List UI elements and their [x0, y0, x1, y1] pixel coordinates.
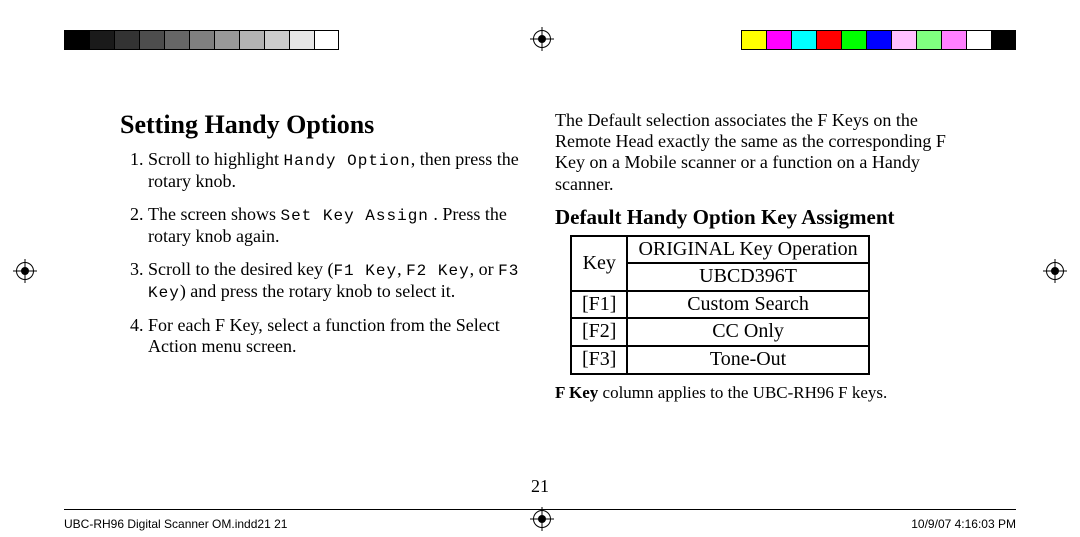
menu-label: Set Key Assign	[280, 207, 428, 225]
grayscale-calibration-bar	[64, 30, 339, 50]
step-text: For each F Key, select a function from t…	[148, 315, 500, 356]
cell-key: [F1]	[571, 291, 627, 319]
swatch	[791, 30, 816, 50]
swatch	[139, 30, 164, 50]
footer-filename: UBC-RH96 Digital Scanner OM.indd21 21	[64, 517, 287, 531]
step-4: For each F Key, select a function from t…	[148, 315, 525, 357]
step-text: Scroll to the desired key (	[148, 259, 333, 279]
swatch	[289, 30, 314, 50]
footer: UBC-RH96 Digital Scanner OM.indd21 21 10…	[64, 509, 1016, 531]
swatch	[64, 30, 89, 50]
menu-label: Handy Option	[284, 152, 411, 170]
step-text: , or	[470, 259, 499, 279]
table-row: [F1] Custom Search	[571, 291, 869, 319]
page-content: Setting Handy Options Scroll to highligh…	[120, 110, 960, 477]
table-row: [F2] CC Only	[571, 318, 869, 346]
table-header-op1: ORIGINAL Key Operation	[627, 236, 868, 264]
page-number: 21	[0, 476, 1080, 497]
swatch	[214, 30, 239, 50]
key-label: F1 Key	[333, 262, 397, 280]
right-column: The Default selection associates the F K…	[555, 110, 960, 477]
step-text: Scroll to highlight	[148, 149, 284, 169]
registration-mark-right	[1046, 262, 1064, 280]
cell-op: Custom Search	[627, 291, 868, 319]
key-assignment-table: Key ORIGINAL Key Operation UBCD396T [F1]…	[570, 235, 870, 375]
registration-mark-top	[533, 30, 551, 48]
note-text: column applies to the UBC-RH96 F keys.	[598, 383, 887, 402]
table-row: [F3] Tone-Out	[571, 346, 869, 374]
swatch	[314, 30, 339, 50]
note-bold: F Key	[555, 383, 598, 402]
table-header-op2: UBCD396T	[627, 263, 868, 291]
table-header-key: Key	[571, 236, 627, 291]
swatch	[114, 30, 139, 50]
intro-paragraph: The Default selection associates the F K…	[555, 110, 960, 195]
swatch	[766, 30, 791, 50]
swatch	[164, 30, 189, 50]
swatch	[916, 30, 941, 50]
cell-key: [F2]	[571, 318, 627, 346]
swatch	[264, 30, 289, 50]
swatch	[89, 30, 114, 50]
step-text: The screen shows	[148, 204, 280, 224]
swatch	[741, 30, 766, 50]
section-heading: Setting Handy Options	[120, 110, 525, 141]
step-text: ) and press the rotary knob to select it…	[180, 281, 455, 301]
swatch	[991, 30, 1016, 50]
swatch	[816, 30, 841, 50]
cell-op: CC Only	[627, 318, 868, 346]
swatch	[189, 30, 214, 50]
table-heading: Default Handy Option Key Assigment	[555, 205, 960, 230]
swatch	[941, 30, 966, 50]
swatch	[239, 30, 264, 50]
footer-timestamp: 10/9/07 4:16:03 PM	[911, 517, 1016, 531]
cell-op: Tone-Out	[627, 346, 868, 374]
steps-list: Scroll to highlight Handy Option, then p…	[148, 149, 525, 357]
step-1: Scroll to highlight Handy Option, then p…	[148, 149, 525, 192]
swatch	[866, 30, 891, 50]
step-2: The screen shows Set Key Assign . Press …	[148, 204, 525, 247]
color-calibration-bar	[741, 30, 1016, 50]
cell-key: [F3]	[571, 346, 627, 374]
left-column: Setting Handy Options Scroll to highligh…	[120, 110, 525, 477]
key-label: F2 Key	[406, 262, 470, 280]
registration-mark-left	[16, 262, 34, 280]
step-text: ,	[397, 259, 406, 279]
step-3: Scroll to the desired key (F1 Key, F2 Ke…	[148, 259, 525, 303]
table-note: F Key column applies to the UBC-RH96 F k…	[555, 383, 960, 403]
swatch	[841, 30, 866, 50]
swatch	[891, 30, 916, 50]
swatch	[966, 30, 991, 50]
